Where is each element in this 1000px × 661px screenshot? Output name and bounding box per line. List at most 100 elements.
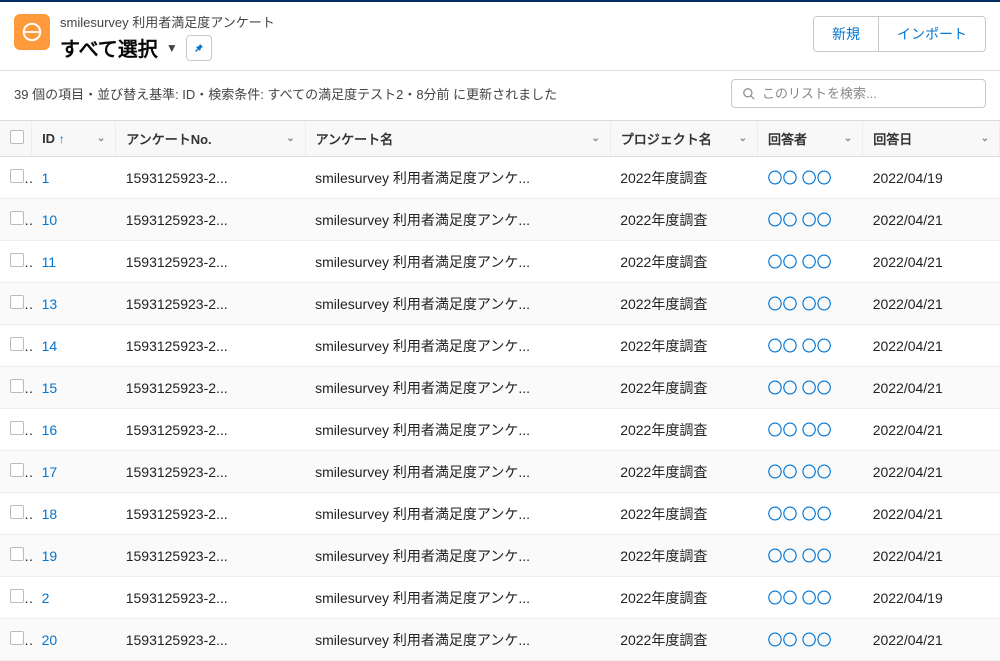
row-checkbox-cell[interactable] — [0, 577, 32, 619]
column-survey-name[interactable]: アンケート名⌄ — [305, 121, 610, 157]
row-checkbox-cell[interactable] — [0, 493, 32, 535]
cell-id: 20 — [32, 619, 116, 661]
cell-date: 2022/04/21 — [863, 241, 1000, 283]
row-checkbox-cell[interactable] — [0, 409, 32, 451]
cell-survey-no: 1593125923-2... — [116, 199, 305, 241]
checkbox-icon[interactable] — [10, 589, 24, 603]
record-link[interactable]: 10 — [42, 212, 58, 228]
record-link[interactable]: 11 — [42, 254, 57, 270]
search-box[interactable] — [731, 79, 986, 108]
chevron-down-icon[interactable]: ⌄ — [286, 133, 294, 144]
cell-id: 17 — [32, 451, 116, 493]
cell-survey-name: smilesurvey 利用者満足度アンケ... — [305, 241, 610, 283]
checkbox-icon[interactable] — [10, 295, 24, 309]
column-survey-no[interactable]: アンケートNo.⌄ — [116, 121, 305, 157]
cell-id: 14 — [32, 325, 116, 367]
checkbox-icon[interactable] — [10, 253, 24, 267]
record-link[interactable]: 19 — [42, 548, 58, 564]
chevron-down-icon[interactable]: ⌄ — [981, 133, 989, 144]
respondent-link[interactable]: 〇〇 〇〇 — [767, 506, 831, 523]
cell-project: 2022年度調査 — [610, 241, 757, 283]
pin-button[interactable] — [186, 35, 212, 61]
row-checkbox-cell[interactable] — [0, 241, 32, 283]
cell-survey-no: 1593125923-2... — [116, 325, 305, 367]
cell-project: 2022年度調査 — [610, 325, 757, 367]
checkbox-icon[interactable] — [10, 631, 24, 645]
respondent-link[interactable]: 〇〇 〇〇 — [767, 296, 831, 313]
search-input[interactable] — [762, 86, 975, 101]
row-checkbox-cell[interactable] — [0, 367, 32, 409]
header-actions: 新規 インポート — [813, 16, 986, 52]
record-link[interactable]: 13 — [42, 296, 58, 312]
import-button[interactable]: インポート — [879, 16, 986, 52]
respondent-link[interactable]: 〇〇 〇〇 — [767, 212, 831, 229]
caret-down-icon[interactable]: ▼ — [166, 41, 178, 55]
respondent-link[interactable]: 〇〇 〇〇 — [767, 170, 831, 187]
respondent-link[interactable]: 〇〇 〇〇 — [767, 464, 831, 481]
row-checkbox-cell[interactable] — [0, 535, 32, 577]
search-icon — [742, 87, 756, 101]
cell-respondent: 〇〇 〇〇 — [757, 283, 862, 325]
row-checkbox-cell[interactable] — [0, 619, 32, 661]
cell-respondent: 〇〇 〇〇 — [757, 325, 862, 367]
checkbox-icon[interactable] — [10, 421, 24, 435]
table-row: 111593125923-2...smilesurvey 利用者満足度アンケ..… — [0, 241, 1000, 283]
respondent-link[interactable]: 〇〇 〇〇 — [767, 380, 831, 397]
respondent-link[interactable]: 〇〇 〇〇 — [767, 338, 831, 355]
row-checkbox-cell[interactable] — [0, 451, 32, 493]
cell-respondent: 〇〇 〇〇 — [757, 577, 862, 619]
checkbox-icon[interactable] — [10, 463, 24, 477]
cell-date: 2022/04/21 — [863, 367, 1000, 409]
checkbox-icon[interactable] — [10, 337, 24, 351]
respondent-link[interactable]: 〇〇 〇〇 — [767, 548, 831, 565]
cell-date: 2022/04/19 — [863, 577, 1000, 619]
record-link[interactable]: 1 — [42, 170, 50, 186]
title-row: すべて選択 ▼ — [60, 33, 275, 62]
column-id[interactable]: ID ↑⌄ — [32, 121, 116, 157]
chevron-down-icon[interactable]: ⌄ — [97, 133, 105, 144]
chevron-down-icon[interactable]: ⌄ — [591, 133, 599, 144]
select-all-header[interactable] — [0, 121, 32, 157]
record-link[interactable]: 16 — [42, 422, 58, 438]
cell-date: 2022/04/21 — [863, 199, 1000, 241]
new-button[interactable]: 新規 — [813, 16, 879, 52]
checkbox-icon[interactable] — [10, 130, 24, 144]
column-project[interactable]: プロジェクト名⌄ — [610, 121, 757, 157]
column-respondent[interactable]: 回答者⌄ — [757, 121, 862, 157]
row-checkbox-cell[interactable] — [0, 157, 32, 199]
record-link[interactable]: 15 — [42, 380, 58, 396]
checkbox-icon[interactable] — [10, 547, 24, 561]
cell-respondent: 〇〇 〇〇 — [757, 493, 862, 535]
checkbox-icon[interactable] — [10, 379, 24, 393]
cell-survey-name: smilesurvey 利用者満足度アンケ... — [305, 493, 610, 535]
cell-respondent: 〇〇 〇〇 — [757, 451, 862, 493]
record-link[interactable]: 14 — [42, 338, 58, 354]
respondent-link[interactable]: 〇〇 〇〇 — [767, 422, 831, 439]
cell-survey-no: 1593125923-2... — [116, 535, 305, 577]
respondent-link[interactable]: 〇〇 〇〇 — [767, 254, 831, 271]
column-date[interactable]: 回答日⌄ — [863, 121, 1000, 157]
record-link[interactable]: 18 — [42, 506, 58, 522]
checkbox-icon[interactable] — [10, 505, 24, 519]
row-checkbox-cell[interactable] — [0, 199, 32, 241]
respondent-link[interactable]: 〇〇 〇〇 — [767, 632, 831, 649]
cell-survey-name: smilesurvey 利用者満足度アンケ... — [305, 325, 610, 367]
record-link[interactable]: 2 — [42, 590, 50, 606]
row-checkbox-cell[interactable] — [0, 325, 32, 367]
row-checkbox-cell[interactable] — [0, 283, 32, 325]
checkbox-icon[interactable] — [10, 211, 24, 225]
cell-date: 2022/04/21 — [863, 283, 1000, 325]
chevron-down-icon[interactable]: ⌄ — [844, 133, 852, 144]
cell-respondent: 〇〇 〇〇 — [757, 199, 862, 241]
chevron-down-icon[interactable]: ⌄ — [739, 133, 747, 144]
cell-respondent: 〇〇 〇〇 — [757, 409, 862, 451]
cell-respondent: 〇〇 〇〇 — [757, 535, 862, 577]
cell-project: 2022年度調査 — [610, 283, 757, 325]
record-link[interactable]: 17 — [42, 464, 58, 480]
respondent-link[interactable]: 〇〇 〇〇 — [767, 590, 831, 607]
record-link[interactable]: 20 — [42, 632, 58, 648]
listview-title[interactable]: すべて選択 — [60, 33, 158, 62]
subheader: 39 個の項目・並び替え基準: ID・検索条件: すべての満足度テスト2・8分前… — [0, 71, 1000, 121]
cell-id: 18 — [32, 493, 116, 535]
checkbox-icon[interactable] — [10, 169, 24, 183]
